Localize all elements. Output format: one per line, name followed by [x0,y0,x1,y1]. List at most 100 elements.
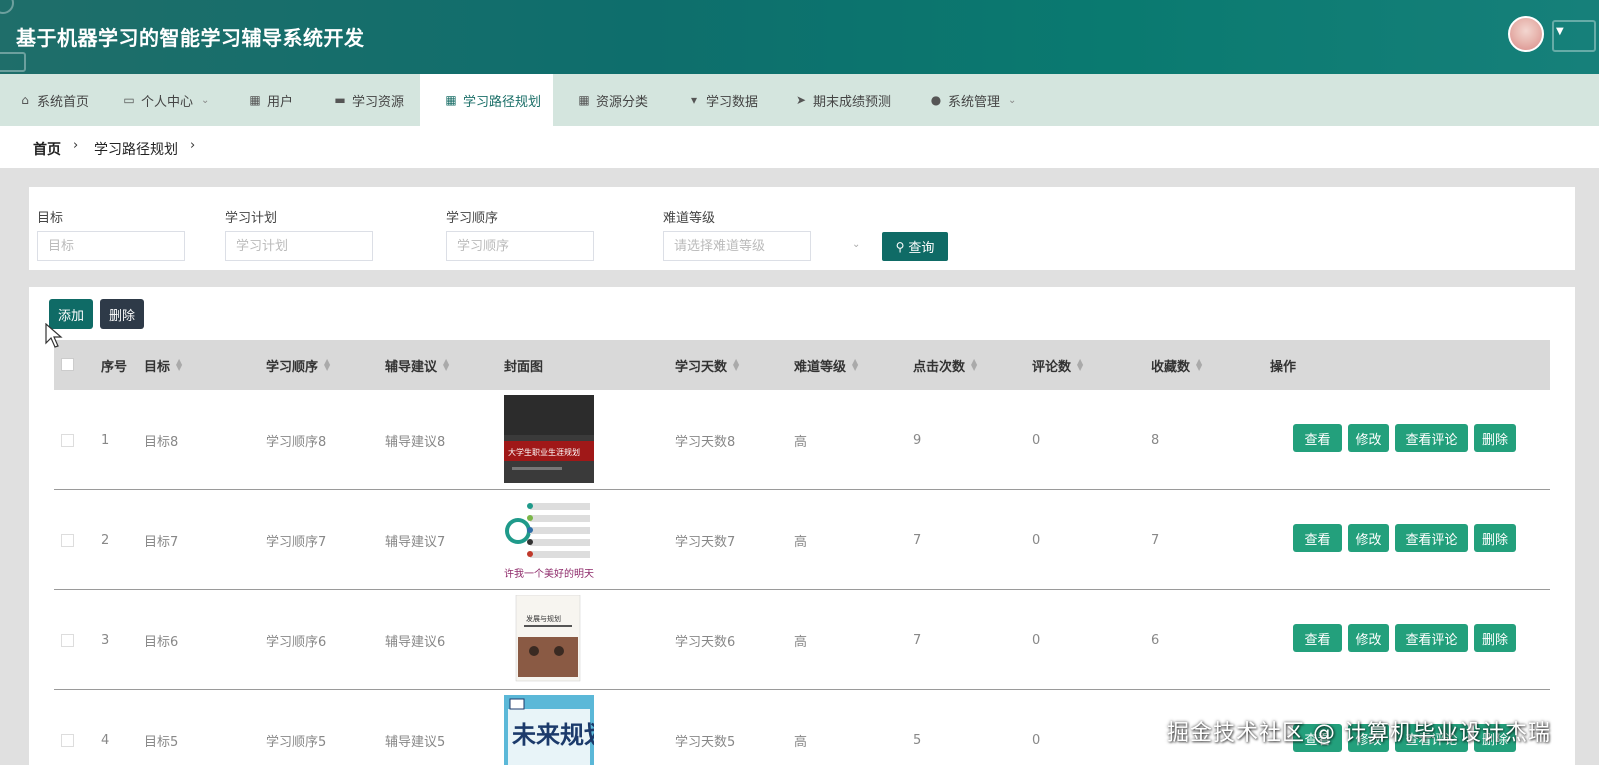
cell-days: 学习天数7 [675,534,736,550]
breadcrumb-current: 学习路径规划 [94,142,178,158]
sort-icon[interactable]: ▲ ▼ [971,358,977,372]
nav-item-label: 系统管理 [948,94,1001,110]
cell-clicks: 7 [913,532,922,548]
study-order-label: 学习顺序 [446,211,499,226]
cell-favorites: 7 [1151,532,1160,548]
nav-item-label: 学习数据 [706,94,759,110]
chevron-down-icon: ⌄ [1008,94,1017,106]
nav-item-home[interactable]: ⌂ 系统首页 [18,74,89,126]
cell-order: 学习顺序5 [266,734,327,750]
avatar[interactable] [1508,16,1544,52]
nav-item-learning-path[interactable]: ▦ 学习路径规划 [420,74,553,126]
difficulty-select[interactable] [663,231,811,261]
study-plan-input[interactable] [225,231,373,261]
nav-item-learning-data[interactable]: ▾ 学习数据 [687,74,758,126]
column-header-favorites[interactable]: 收藏数 ▲ ▼ [1151,340,1202,390]
column-header-advice[interactable]: 辅导建议 ▲ ▼ [385,340,449,390]
view-button[interactable]: 查看 [1293,424,1342,452]
delete-button[interactable]: 删除 [1474,624,1516,652]
cell-index: 1 [101,432,110,448]
cover-image: 未来规划 [504,695,594,765]
goal-input[interactable] [37,231,185,261]
column-header-days[interactable]: 学习天数 ▲ ▼ [675,340,739,390]
nav-item-label: 个人中心 [141,94,194,110]
decorative-monitor-icon [1552,20,1596,52]
cover-title: 许我一个美好的明天 [504,567,594,580]
sort-icon[interactable]: ▲ ▼ [733,358,739,372]
printer-icon: ▬ [334,93,346,107]
nav-item-users[interactable]: ▦ 用户 [248,74,293,126]
cell-advice: 辅导建议7 [385,534,446,550]
edit-button[interactable]: 修改 [1348,524,1389,552]
row-actions: 查看 修改 查看评论 删除 [1293,624,1516,652]
cell-comments: 0 [1032,732,1041,748]
column-header-goal[interactable]: 目标 ▲ ▼ [144,340,182,390]
nav-item-label: 期末成绩预测 [813,94,892,110]
nav-item-learning-resources[interactable]: ▬ 学习资源 [333,74,404,126]
column-header-comments[interactable]: 评论数 ▲ ▼ [1032,340,1083,390]
nav-item-grade-prediction[interactable]: ➤ 期末成绩预测 [794,74,891,126]
delete-button[interactable]: 删除 [1474,524,1516,552]
cell-index: 2 [101,532,110,548]
delete-selected-button[interactable]: 删除 [100,299,144,329]
cell-advice: 辅导建议6 [385,634,446,650]
cover-title: 发展与规划 [526,614,561,623]
cell-advice: 辅导建议8 [385,434,446,450]
cell-clicks: 5 [913,732,922,748]
view-comments-button[interactable]: 查看评论 [1395,424,1468,452]
nav-item-personal-center[interactable]: ▭ 个人中心 ⌄ [122,74,209,126]
search-panel: 目标 学习计划 学习顺序 难道等级 ⌄ ⚲ 查询 [29,187,1575,270]
cell-level: 高 [794,534,808,550]
column-header-order[interactable]: 学习顺序 ▲ ▼ [266,340,330,390]
edit-button[interactable]: 修改 [1348,624,1389,652]
search-icon: ⚲ [895,239,905,254]
cover-image: 许我一个美好的明天 [504,495,594,583]
view-button[interactable]: 查看 [1293,624,1342,652]
breadcrumb: 首页 › 学习路径规划 › [0,126,1599,168]
chevron-right-icon: › [190,138,196,153]
sort-icon[interactable]: ▲ ▼ [852,358,858,372]
edit-button[interactable]: 修改 [1348,424,1389,452]
nav-item-label: 系统首页 [37,94,90,110]
sort-icon[interactable]: ▲ ▼ [443,358,449,372]
column-header-index: 序号 [101,359,128,375]
app-header: 基于机器学习的智能学习辅导系统开发 ▼ [0,0,1599,74]
table-row: 3 目标6 学习顺序6 辅导建议6 发展与规划 学习天数6 高 7 0 6 查看… [54,590,1550,690]
nav-item-label: 学习资源 [352,94,405,110]
cover-image: 发展与规划 [504,595,594,683]
nav-item-system-management[interactable]: ● 系统管理 ⌄ [929,74,1017,126]
nav-item-resource-category[interactable]: ▦ 资源分类 [577,74,648,126]
sort-icon[interactable]: ▲ ▼ [324,358,330,372]
view-comments-button[interactable]: 查看评论 [1395,524,1468,552]
chevron-down-icon[interactable]: ⌄ [852,239,860,250]
cell-clicks: 7 [913,632,922,648]
table-panel: 添加 删除 序号 目标 ▲ ▼ 学习顺序 ▲ ▼ 辅导建议 ▲ ▼ 封面图 学习天数 ▲ ▼ 难… [29,287,1575,765]
search-button[interactable]: ⚲ 查询 [882,232,948,261]
chevron-right-icon: › [73,138,79,153]
row-actions: 查看 修改 查看评论 删除 [1293,424,1516,452]
delete-button[interactable]: 删除 [1474,424,1516,452]
column-header-level[interactable]: 难道等级 ▲ ▼ [794,340,858,390]
cover-title: 大学生职业生涯规划 [508,447,580,457]
column-header-clicks[interactable]: 点击次数 ▲ ▼ [913,340,977,390]
row-checkbox[interactable] [61,434,74,447]
row-checkbox[interactable] [61,534,74,547]
home-icon: ⌂ [21,93,29,107]
cell-index: 3 [101,632,110,648]
chevron-down-icon: ⌄ [201,94,210,106]
cell-goal: 目标5 [144,734,179,750]
cell-goal: 目标7 [144,534,179,550]
breadcrumb-home[interactable]: 首页 [33,139,61,159]
row-checkbox[interactable] [61,734,74,747]
study-order-input[interactable] [446,231,594,261]
sort-icon[interactable]: ▲ ▼ [176,358,182,372]
cell-goal: 目标8 [144,434,179,450]
nav-item-label: 学习路径规划 [463,94,542,110]
sort-icon[interactable]: ▲ ▼ [1077,358,1083,372]
view-comments-button[interactable]: 查看评论 [1395,624,1468,652]
user-card-icon: ▭ [123,93,135,107]
select-all-checkbox[interactable] [61,358,74,371]
row-checkbox[interactable] [61,634,74,647]
view-button[interactable]: 查看 [1293,524,1342,552]
sort-icon[interactable]: ▲ ▼ [1196,358,1202,372]
